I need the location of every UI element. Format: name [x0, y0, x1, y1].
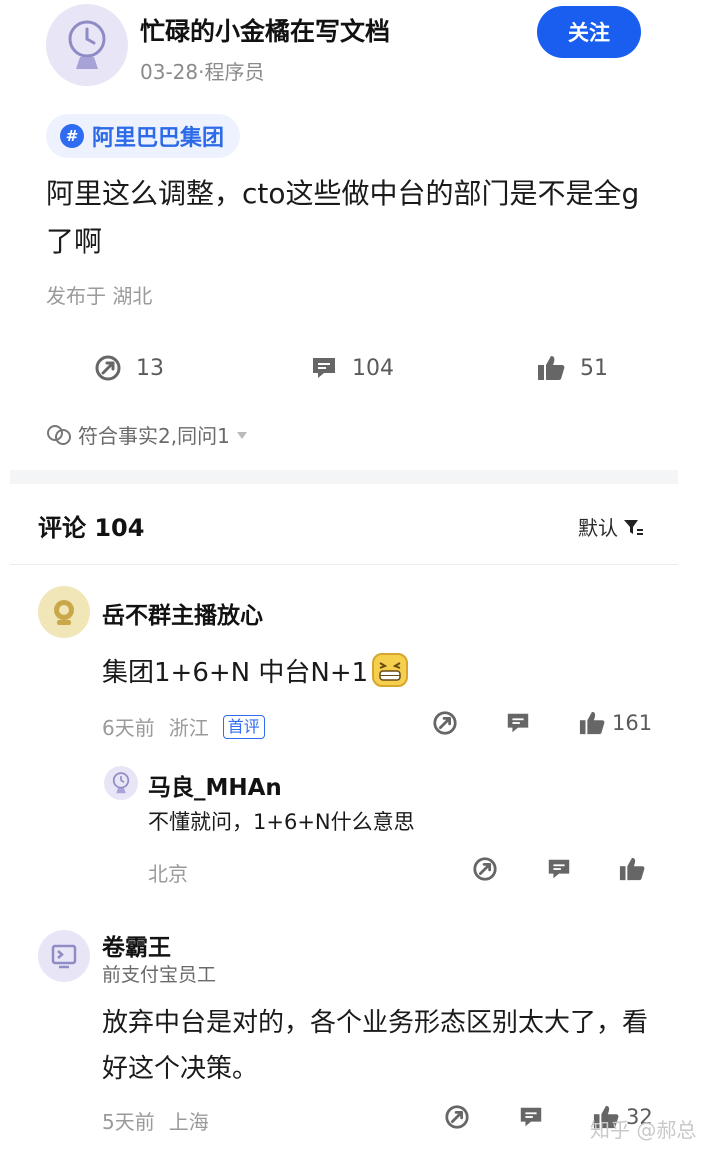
repost-button[interactable]: 13	[94, 354, 164, 382]
repost-icon	[473, 857, 497, 881]
author-meta: 03-28·程序员	[140, 60, 265, 84]
first-comment-badge: 首评	[222, 714, 265, 739]
reply-text: 不懂就问，1+6+N什么意思	[148, 810, 415, 834]
hash-icon: #	[60, 124, 84, 148]
repost-icon	[445, 1105, 469, 1129]
reply-reply-button[interactable]	[546, 856, 572, 882]
watermark: 知乎 @郝总	[590, 1118, 697, 1142]
comment-reply-button[interactable]	[505, 710, 531, 736]
comment-count: 104	[352, 355, 394, 381]
repost-icon	[95, 355, 121, 381]
thumbs-up-icon	[579, 711, 605, 735]
grin-emoji-icon	[372, 653, 409, 687]
topic-tag[interactable]: # 阿里巴巴集团	[46, 114, 241, 158]
author-avatar[interactable]	[46, 4, 128, 86]
repost-icon	[433, 711, 457, 735]
comment-text: 放弃中台是对的，各个业务形态区别太大了，看好这个决策。	[102, 1008, 649, 1084]
comment-like-count: 161	[612, 711, 653, 735]
sort-label: 默认	[578, 516, 618, 540]
comment-location: 浙江	[168, 716, 209, 740]
comment-time: 6天前	[102, 716, 155, 740]
reply-author[interactable]: 马良_MHAn	[148, 768, 282, 802]
author-name[interactable]: 忙碌的小金橘在写文档	[140, 12, 390, 48]
caret-down-icon	[236, 431, 247, 439]
comment-text: 集团1+6+N 中台N+1	[102, 657, 369, 688]
follow-button[interactable]: 关注	[537, 6, 641, 58]
comment-author-subtitle: 前支付宝员工	[102, 964, 217, 986]
terminal-avatar-icon	[51, 944, 77, 969]
reply-repost-button[interactable]	[472, 856, 498, 882]
reply-meta: 北京	[148, 858, 188, 887]
comment-reply-button[interactable]	[518, 1104, 544, 1130]
comment-repost-button[interactable]	[432, 710, 458, 736]
reactions-text: 符合事实2,同问1	[78, 424, 230, 448]
reply-location: 北京	[148, 862, 188, 886]
comment-icon	[313, 358, 335, 378]
comment-time: 5天前	[102, 1110, 155, 1134]
post-body: 阿里这么调整，cto这些做中台的部门是不是全g了啊	[46, 177, 640, 258]
comment-author[interactable]: 卷霸王	[102, 928, 171, 962]
thumbs-up-icon	[619, 857, 645, 881]
clock-avatar-icon	[68, 20, 106, 69]
comment-meta: 5天前 上海	[102, 1106, 209, 1135]
comment-avatar[interactable]	[38, 586, 90, 638]
thumbs-up-icon	[538, 356, 565, 380]
reply-avatar[interactable]	[104, 766, 138, 800]
comment-button[interactable]: 104	[310, 354, 394, 382]
repost-count: 13	[136, 355, 164, 381]
badge-avatar-icon	[54, 600, 74, 625]
comment-avatar[interactable]	[38, 930, 90, 982]
reply-like-button[interactable]	[618, 856, 646, 882]
reaction-icon	[47, 424, 71, 445]
comment-meta: 6天前 浙江 首评	[102, 712, 265, 741]
comment-like-button[interactable]: 161	[578, 710, 652, 736]
comment-icon	[548, 859, 570, 879]
comment-body: 集团1+6+N 中台N+1	[102, 650, 410, 690]
sort-button[interactable]: 默认	[578, 512, 644, 541]
section-divider	[10, 470, 678, 484]
comments-header-divider	[10, 564, 678, 565]
comments-title: 评论 104	[38, 514, 145, 542]
reactions-summary[interactable]: 符合事实2,同问1	[46, 420, 248, 449]
comment-icon	[520, 1107, 542, 1127]
like-button[interactable]: 51	[536, 354, 608, 382]
comment-repost-button[interactable]	[444, 1104, 470, 1130]
topic-label: 阿里巴巴集团	[92, 126, 225, 151]
like-count: 51	[580, 355, 608, 381]
filter-icon	[624, 519, 643, 535]
post-location: 发布于 湖北	[46, 284, 153, 308]
comment-location: 上海	[168, 1110, 209, 1134]
comment-icon	[507, 713, 529, 733]
clock-avatar-icon	[112, 772, 130, 794]
comment-author[interactable]: 岳不群主播放心	[102, 596, 263, 630]
